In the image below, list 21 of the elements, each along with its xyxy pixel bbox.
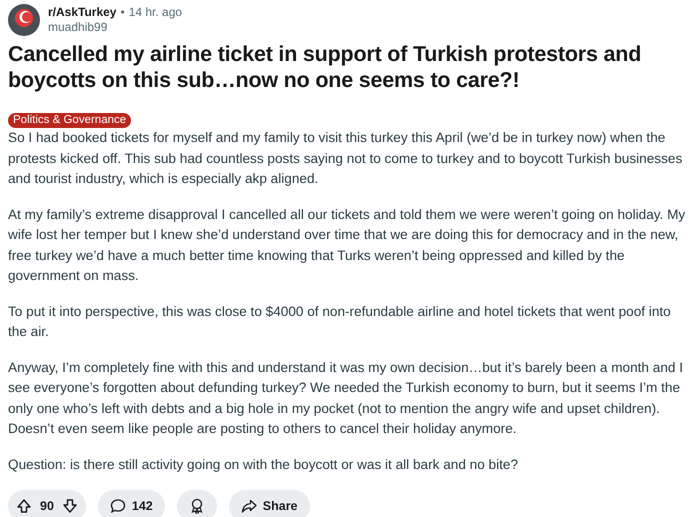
vote-count: 90 — [40, 499, 54, 513]
body-paragraph: To put it into perspective, this was close to $4000 of non-refundable airline and hotel tickets that went poof into the air. — [8, 302, 672, 341]
share-arrow-icon — [240, 498, 257, 514]
post-time: 14 hr. ago — [128, 5, 182, 20]
downvote-icon[interactable] — [62, 498, 78, 514]
subreddit-avatar-icon[interactable] — [8, 4, 40, 36]
award-button[interactable] — [176, 490, 217, 517]
subreddit-name[interactable]: r/AskTurkey — [48, 5, 116, 20]
upvote-icon[interactable] — [16, 498, 32, 514]
comments-button[interactable]: 142 — [98, 490, 165, 517]
speech-bubble-icon — [110, 498, 126, 514]
award-icon — [188, 498, 205, 514]
author-name[interactable]: muadhib99 — [48, 20, 182, 35]
body-paragraph: Question: is there still activity going on with the boycott or was it all bark and no bite? — [8, 456, 520, 474]
body-paragraph: Anyway, I’m completely fine with this and understand it was my own decision…but it’s barely been a month and I see everyone’s forgotten about defunding turkey? We needed the Turkish economy to burn, but it seems I’m the only one who’s left with debts and a big hole in my pocket (not to mention the angry wife and upset children). Doesn’t even seem like people are posting to others to cancel their holiday anymore. — [8, 358, 684, 438]
body-paragraph: At my family’s extreme disapproval I cancelled all our tickets and told them we were weren’t going on holiday. My wife lost her temper but I knew she’d understand over time that we are doing this for democracy and in the new, free turkey we’d have a much better time knowing that Turks weren’t being oppressed and killed by the government on mass. — [8, 206, 686, 285]
separator-dot: • — [120, 5, 125, 20]
post-title: Cancelled my airline ticket in support of Turkish protestors and boycotts on this sub…now no one seems to care?! — [8, 41, 642, 93]
flair-tag: Politics & Governance — [8, 113, 132, 128]
body-paragraph: So I had booked tickets for myself and my family to visit this turkey this April (we’d be in turkey now) when the protests kicked off. This sub had countless posts saying not to come to turkey and to boycott Turkish businesses and tourist industry, which is especially akp aligned. — [8, 129, 684, 188]
share-button[interactable]: Share — [228, 490, 310, 517]
